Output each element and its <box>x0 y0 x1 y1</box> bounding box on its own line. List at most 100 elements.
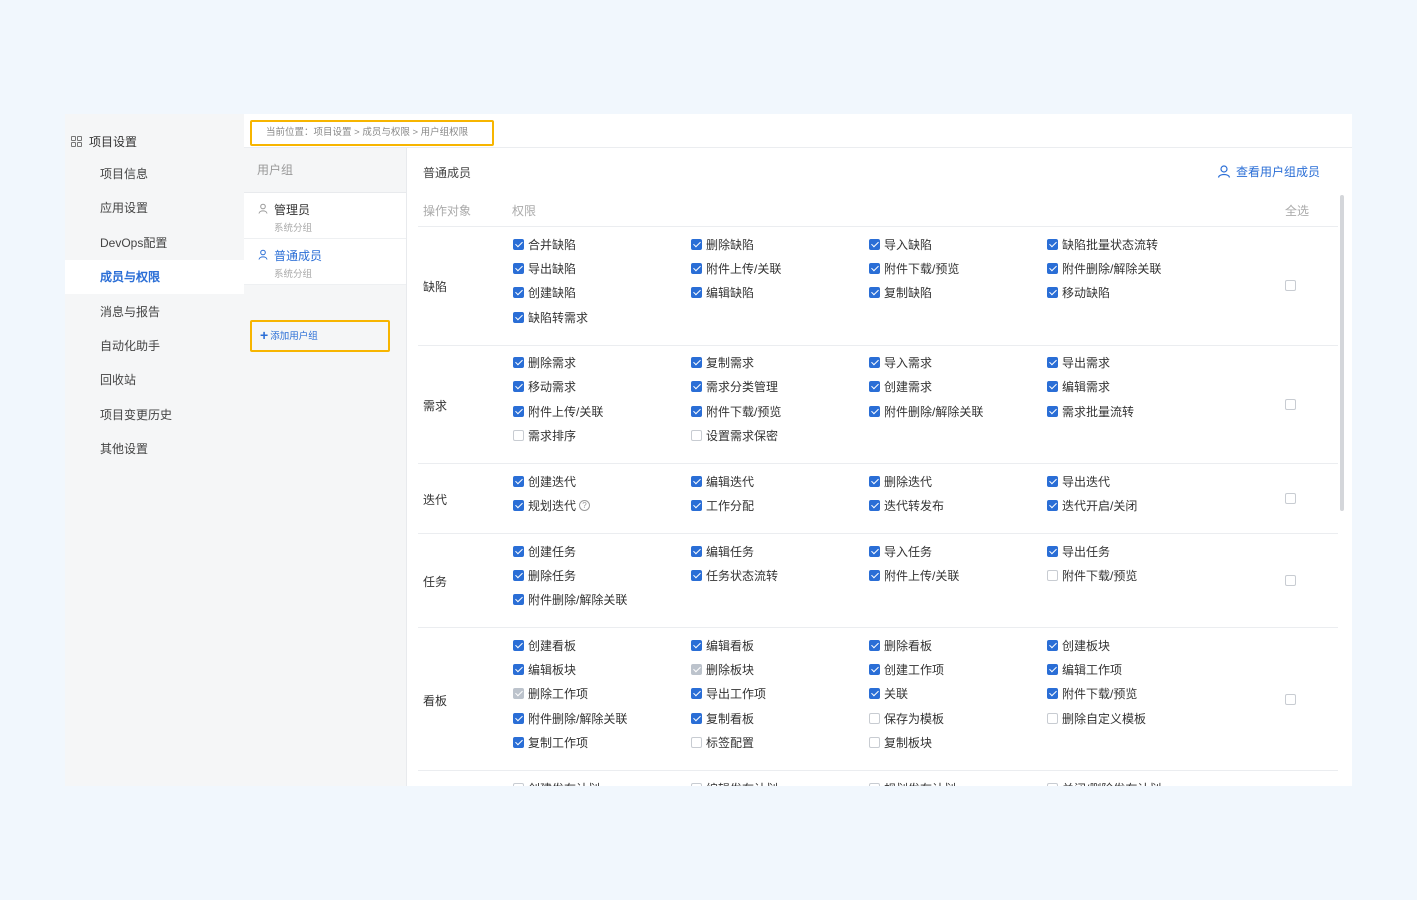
add-user-group-button[interactable]: + 添加用户组 <box>250 320 390 352</box>
sidebar-item[interactable]: 自动化助手 <box>65 329 244 363</box>
checkbox-icon <box>513 639 524 651</box>
permission-checkbox[interactable]: 编辑发布计划 <box>691 780 778 786</box>
permission-checkbox[interactable]: 迭代转发布 <box>869 498 944 514</box>
sidebar-item[interactable]: DevOps配置 <box>65 226 244 260</box>
sidebar-item[interactable]: 应用设置 <box>65 191 244 225</box>
permission-checkbox[interactable]: 附件删除/解除关联 <box>513 592 627 608</box>
section-label: 看板 <box>423 693 448 708</box>
select-all-checkbox[interactable] <box>1285 280 1296 292</box>
checkbox-icon <box>691 639 702 651</box>
permission-checkbox[interactable]: 删除工作项 <box>513 686 588 702</box>
permission-checkbox[interactable]: 编辑迭代 <box>691 473 754 489</box>
permission-checkbox[interactable]: 附件删除/解除关联 <box>1047 260 1161 276</box>
permission-checkbox[interactable]: 迭代开启/关闭 <box>1047 498 1137 514</box>
user-group-type: 系统分组 <box>274 269 313 280</box>
permission-label: 移动缺陷 <box>1062 286 1111 301</box>
permission-checkbox[interactable]: 复制需求 <box>691 355 754 371</box>
checkbox-icon <box>513 430 524 442</box>
sidebar-item[interactable]: 其他设置 <box>65 432 244 466</box>
permission-label: 编辑任务 <box>706 544 755 559</box>
permission-checkbox[interactable]: 删除自定义模板 <box>1047 710 1146 726</box>
view-group-members-link[interactable]: 查看用户组成员 <box>1217 163 1320 180</box>
permission-checkbox[interactable]: 附件下载/预览 <box>1047 686 1137 702</box>
sidebar-item[interactable]: 项目变更历史 <box>65 398 244 432</box>
permission-checkbox[interactable]: 导出缺陷 <box>513 260 576 276</box>
permission-label: 需求分类管理 <box>706 380 779 395</box>
permission-checkbox[interactable]: 复制看板 <box>691 710 754 726</box>
checkbox-icon <box>869 737 880 749</box>
permission-checkbox[interactable]: 编辑板块 <box>513 662 576 678</box>
permission-checkbox[interactable]: 编辑看板 <box>691 637 754 653</box>
permission-checkbox[interactable]: 编辑需求 <box>1047 379 1110 395</box>
permission-checkbox[interactable]: 移动需求 <box>513 379 576 395</box>
select-all-checkbox[interactable] <box>1285 575 1296 587</box>
permission-checkbox[interactable]: 附件上传/关联 <box>513 403 603 419</box>
select-all-checkbox[interactable] <box>1285 493 1296 505</box>
permission-checkbox[interactable]: 编辑任务 <box>691 543 754 559</box>
permission-checkbox[interactable]: 导入任务 <box>869 543 932 559</box>
permission-checkbox[interactable]: 保存为模板 <box>869 710 944 726</box>
permission-checkbox[interactable]: 创建需求 <box>869 379 932 395</box>
scrollbar[interactable] <box>1340 195 1344 511</box>
permission-checkbox[interactable]: 附件删除/解除关联 <box>513 710 627 726</box>
sidebar-item[interactable]: 成员与权限 <box>65 260 244 295</box>
permission-checkbox[interactable]: 导出迭代 <box>1047 473 1110 489</box>
permission-checkbox[interactable]: 导入需求 <box>869 355 932 371</box>
help-icon[interactable]: ? <box>579 500 591 512</box>
permission-checkbox[interactable]: 创建工作项 <box>869 662 944 678</box>
select-all-checkbox[interactable] <box>1285 693 1296 705</box>
permission-checkbox[interactable]: 设置需求保密 <box>691 428 778 444</box>
permission-checkbox[interactable]: 导出需求 <box>1047 355 1110 371</box>
permission-checkbox[interactable]: 合并缺陷 <box>513 236 576 252</box>
permission-checkbox[interactable]: 创建缺陷 <box>513 285 576 301</box>
permission-checkbox[interactable]: 任务状态流转 <box>691 567 778 583</box>
permission-checkbox[interactable]: 删除迭代 <box>869 473 932 489</box>
sidebar-item[interactable]: 回收站 <box>65 363 244 397</box>
permission-checkbox[interactable]: 附件上传/关联 <box>691 260 781 276</box>
permission-checkbox[interactable]: 创建迭代 <box>513 473 576 489</box>
permission-checkbox[interactable]: 移动缺陷 <box>1047 285 1110 301</box>
permission-checkbox[interactable]: 需求排序 <box>513 428 576 444</box>
permission-checkbox[interactable]: 导出任务 <box>1047 543 1110 559</box>
permission-checkbox[interactable]: 需求批量流转 <box>1047 403 1134 419</box>
permission-checkbox[interactable]: 导入缺陷 <box>869 236 932 252</box>
permission-checkbox[interactable]: 工作分配 <box>691 498 754 514</box>
permission-checkbox[interactable]: 编辑缺陷 <box>691 285 754 301</box>
select-all-checkbox[interactable] <box>1285 398 1296 410</box>
permission-checkbox[interactable]: 缺陷转需求 <box>513 309 588 325</box>
permission-checkbox[interactable]: 删除任务 <box>513 567 576 583</box>
grid-icon <box>71 135 82 147</box>
permission-checkbox[interactable]: 复制缺陷 <box>869 285 932 301</box>
permission-checkbox[interactable]: 复制工作项 <box>513 735 588 751</box>
permission-checkbox[interactable]: 关闭/删除发布计划 <box>1047 780 1161 786</box>
permission-label: 编辑需求 <box>1062 380 1111 395</box>
permission-checkbox[interactable]: 关联 <box>869 686 908 702</box>
sidebar-item[interactable]: 消息与报告 <box>65 295 244 329</box>
permission-checkbox[interactable]: 删除看板 <box>869 637 932 653</box>
user-group-item[interactable]: 普通成员 系统分组 <box>244 239 406 285</box>
permission-checkbox[interactable]: 附件删除/解除关联 <box>869 403 983 419</box>
permission-checkbox[interactable]: 复制板块 <box>869 735 932 751</box>
sidebar-item[interactable]: 项目信息 <box>65 157 244 191</box>
permission-checkbox[interactable]: 创建板块 <box>1047 637 1110 653</box>
permission-checkbox[interactable]: 删除板块 <box>691 662 754 678</box>
permission-checkbox[interactable]: 需求分类管理 <box>691 379 778 395</box>
permission-checkbox[interactable]: 规划发布计划 <box>869 780 956 786</box>
permission-checkbox[interactable]: 缺陷批量状态流转 <box>1047 236 1158 252</box>
permission-checkbox[interactable]: 创建任务 <box>513 543 576 559</box>
permission-checkbox[interactable]: 附件上传/关联 <box>869 567 959 583</box>
permission-label: 复制需求 <box>706 356 755 371</box>
user-group-item[interactable]: 管理员 系统分组 <box>244 193 406 239</box>
permission-checkbox[interactable]: 删除需求 <box>513 355 576 371</box>
permission-checkbox[interactable]: 创建看板 <box>513 637 576 653</box>
permission-section: 迭代 创建迭代 编辑迭代 删除迭代 导出迭代 规划迭代? 工作分配 迭代转发布 迭代开启/关闭 <box>418 464 1338 534</box>
permission-checkbox[interactable]: 标签配置 <box>691 735 754 751</box>
permission-checkbox[interactable]: 附件下载/预览 <box>869 260 959 276</box>
permission-checkbox[interactable]: 删除缺陷 <box>691 236 754 252</box>
permission-checkbox[interactable]: 规划迭代? <box>513 498 591 514</box>
permission-checkbox[interactable]: 附件下载/预览 <box>691 403 781 419</box>
permission-checkbox[interactable]: 编辑工作项 <box>1047 662 1122 678</box>
permission-checkbox[interactable]: 创建发布计划 <box>513 780 600 786</box>
permission-checkbox[interactable]: 导出工作项 <box>691 686 766 702</box>
permission-checkbox[interactable]: 附件下载/预览 <box>1047 567 1137 583</box>
